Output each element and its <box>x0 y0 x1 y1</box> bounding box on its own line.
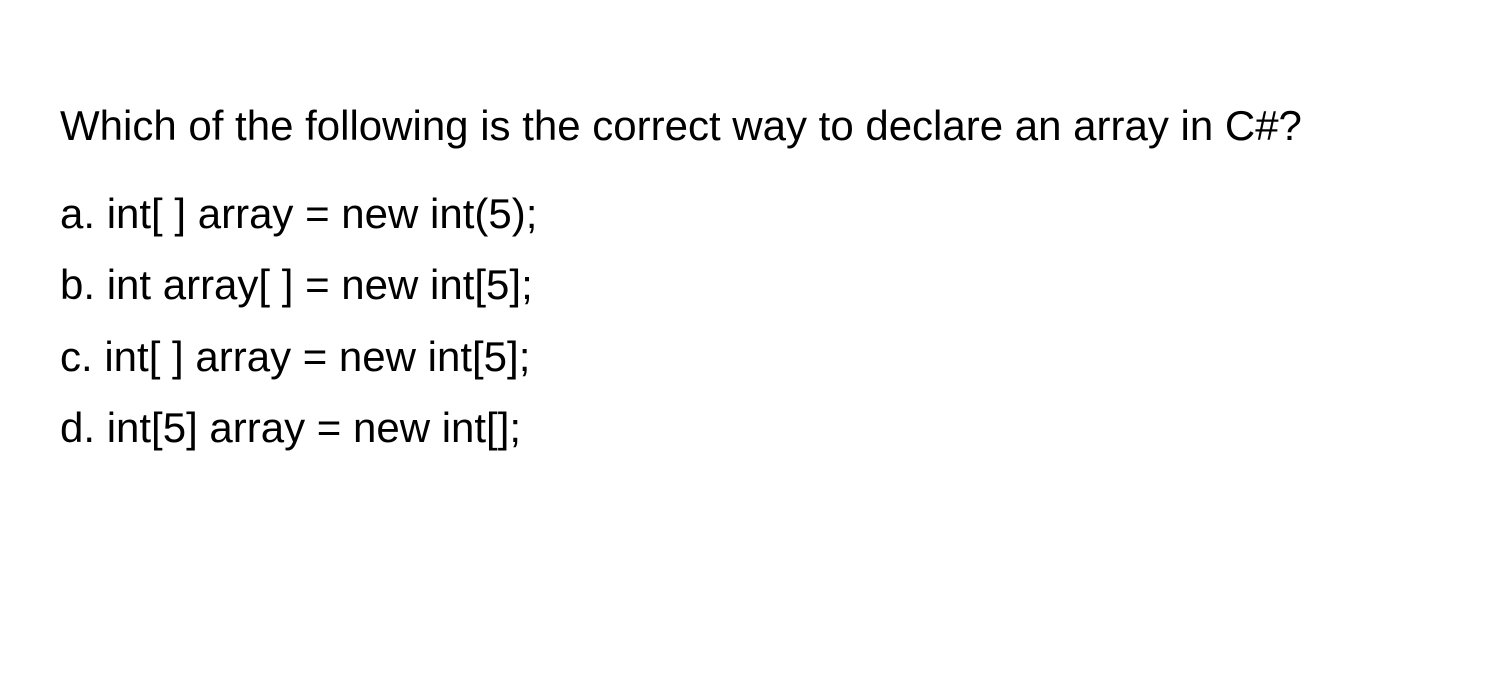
question-text: Which of the following is the correct wa… <box>60 90 1440 161</box>
option-d: d. int[5] array = new int[]; <box>60 395 1440 460</box>
option-c: c. int[ ] array = new int[5]; <box>60 324 1440 389</box>
option-b-label: b. <box>60 261 95 308</box>
option-a-text: int[ ] array = new int(5); <box>107 190 538 237</box>
option-d-label: d. <box>60 404 95 451</box>
option-b-text: int array[ ] = new int[5]; <box>107 261 533 308</box>
option-a-label: a. <box>60 190 95 237</box>
option-a: a. int[ ] array = new int(5); <box>60 181 1440 246</box>
option-c-text: int[ ] array = new int[5]; <box>104 333 530 380</box>
question-container: Which of the following is the correct wa… <box>0 0 1500 526</box>
option-b: b. int array[ ] = new int[5]; <box>60 252 1440 317</box>
option-d-text: int[5] array = new int[]; <box>107 404 521 451</box>
option-c-label: c. <box>60 333 93 380</box>
